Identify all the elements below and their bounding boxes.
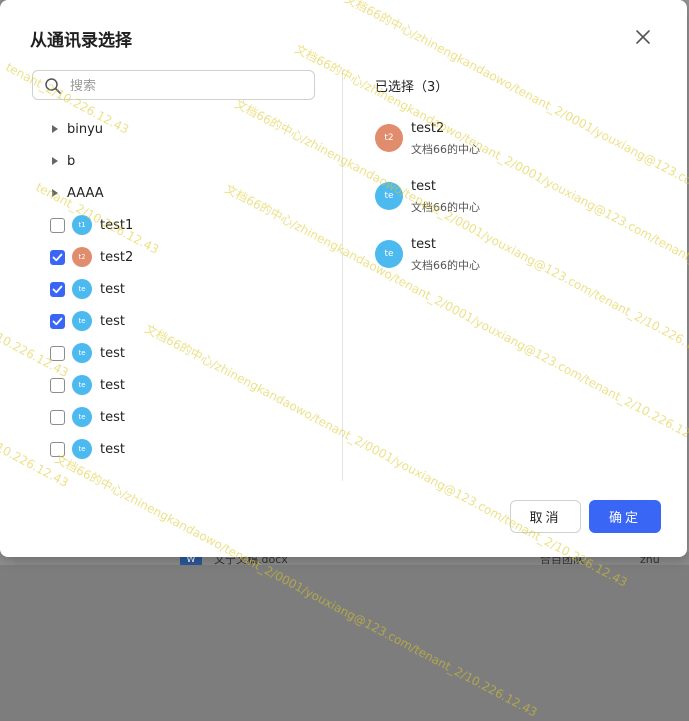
contact-name: test [100, 441, 125, 457]
watermark-text: 文档66的中心/zhinengkandaowo/tenant_2/0001/yo… [52, 451, 540, 720]
close-icon[interactable] [634, 28, 652, 46]
dialog-title: 从通讯录选择 [30, 31, 132, 51]
contact-row[interactable]: te test [50, 374, 125, 396]
watermark-text: 文档66的中心/zhinengkandaowo/tenant_2/0001/yo… [142, 321, 630, 590]
contact-name: test [100, 377, 125, 393]
contact-row[interactable]: te test [50, 278, 125, 300]
group-label: b [67, 153, 76, 169]
avatar: te [375, 240, 403, 268]
search-input[interactable] [68, 75, 312, 97]
checkbox[interactable] [50, 377, 65, 393]
selected-count-header: 已选择（3） [375, 80, 449, 95]
word-doc-icon: W [180, 556, 202, 565]
avatar: te [72, 375, 92, 395]
avatar: te [72, 311, 92, 331]
search-box [32, 70, 315, 100]
watermark-text: 文档66的中心/zhinengkandaowo/tenant_2/0001/yo… [292, 41, 689, 310]
group-label: binyu [67, 121, 104, 137]
avatar: te [72, 439, 92, 459]
checkbox[interactable] [50, 409, 65, 425]
contact-row[interactable]: te test [50, 342, 125, 364]
contact-row[interactable]: t2 test2 [50, 246, 133, 268]
avatar: t2 [375, 124, 403, 152]
panel-divider [342, 70, 343, 481]
watermark-text: 文档66的中心/zhinengkandaowo/tenant_2/0001/yo… [232, 96, 689, 365]
checkbox-checked[interactable] [50, 281, 65, 297]
watermark-text: 文档66的中心/zhinengkandaowo/tenant_2/0001/yo… [222, 181, 689, 450]
selected-org: 文档66的中心 [411, 259, 480, 272]
contact-name: test [100, 313, 125, 329]
group-item-binyu[interactable]: binyu [50, 118, 103, 140]
contact-row[interactable]: te test [50, 438, 125, 460]
avatar: te [72, 407, 92, 427]
contact-row[interactable]: te test [50, 310, 125, 332]
cancel-button[interactable]: 取消 [510, 500, 581, 533]
avatar: te [72, 279, 92, 299]
selected-name: test [411, 237, 436, 252]
avatar: t2 [72, 247, 92, 267]
checkbox[interactable] [50, 441, 65, 457]
contact-row[interactable]: t1 test1 [50, 214, 133, 236]
group-item-b[interactable]: b [50, 150, 75, 172]
search-icon [45, 78, 61, 94]
selected-name: test2 [411, 121, 445, 136]
avatar: te [72, 343, 92, 363]
checkbox-checked[interactable] [50, 249, 65, 265]
caret-right-icon[interactable] [52, 189, 58, 197]
caret-right-icon[interactable] [52, 125, 58, 133]
contact-name: test2 [100, 249, 134, 265]
check-icon [52, 317, 63, 325]
contact-name: test [100, 409, 125, 425]
check-icon [52, 253, 63, 261]
checkbox[interactable] [50, 345, 65, 361]
confirm-button[interactable]: 确定 [589, 500, 661, 533]
checkbox-checked[interactable] [50, 313, 65, 329]
avatar: te [375, 182, 403, 210]
caret-right-icon[interactable] [52, 157, 58, 165]
group-label: AAAA [67, 185, 104, 201]
select-contacts-dialog: 从通讯录选择 binyu b AAAA t1test1t2test2tetest… [0, 0, 689, 720]
selected-org: 文档66的中心 [411, 201, 480, 214]
contact-name: test [100, 345, 125, 361]
contact-name: test1 [100, 217, 134, 233]
contact-name: test [100, 281, 125, 297]
avatar: t1 [72, 215, 92, 235]
contact-row[interactable]: te test [50, 406, 125, 428]
selected-org: 文档66的中心 [411, 143, 480, 156]
check-icon [52, 285, 63, 293]
checkbox[interactable] [50, 217, 65, 233]
selected-name: test [411, 179, 436, 194]
group-item-aaaa[interactable]: AAAA [50, 182, 104, 204]
